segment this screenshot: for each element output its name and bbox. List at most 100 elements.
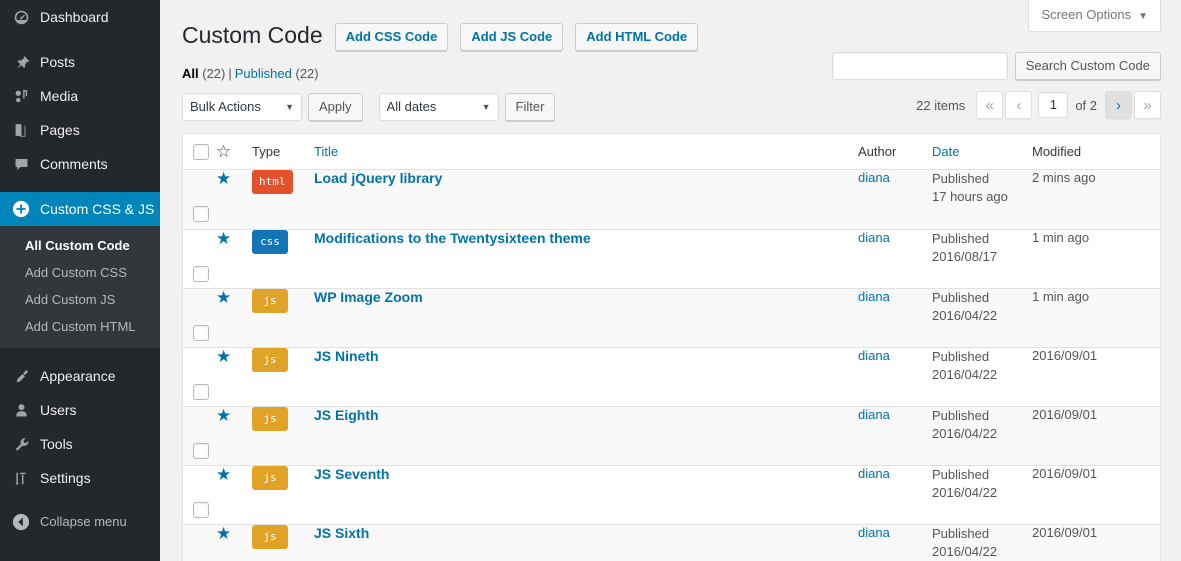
add-js-code-button[interactable]: Add JS Code	[460, 23, 563, 51]
filter-button[interactable]: Filter	[505, 93, 556, 121]
sidebar-item-dashboard[interactable]: Dashboard	[0, 0, 160, 34]
search-box: Search Custom Code	[832, 52, 1161, 80]
row-checkbox[interactable]	[193, 443, 209, 459]
submenu-item-0[interactable]: All Custom Code	[0, 232, 160, 259]
row-date-cell: Published17 hours ago	[932, 170, 1032, 229]
row-author-link[interactable]: diana	[858, 525, 890, 540]
first-page-button[interactable]: «	[976, 91, 1003, 119]
sidebar-item-label: Posts	[40, 45, 75, 79]
submenu-item-2[interactable]: Add Custom JS	[0, 286, 160, 313]
status-link-all[interactable]: All	[182, 66, 199, 81]
row-checkbox[interactable]	[193, 266, 209, 282]
chevron-down-icon: ▼	[1138, 11, 1148, 22]
apply-button[interactable]: Apply	[308, 93, 363, 121]
row-modified-cell: 1 min ago	[1032, 288, 1160, 347]
all-dates-select[interactable]: All dates ▼	[379, 93, 499, 121]
status-link-published-item: Published (22)	[235, 66, 319, 81]
sidebar-item-comments[interactable]: Comments	[0, 147, 160, 181]
sidebar-item-custom-css-js[interactable]: Custom CSS & JS	[0, 192, 160, 226]
row-date-value: 2016/04/22	[932, 425, 1032, 443]
row-title-link[interactable]: JS Nineth	[314, 348, 379, 364]
row-title-link[interactable]: JS Seventh	[314, 466, 389, 482]
main-content: Screen Options ▼ Custom Code Add CSS Code…	[160, 0, 1181, 561]
add-css-code-button[interactable]: Add CSS Code	[335, 23, 449, 51]
screen-options-label: Screen Options	[1041, 7, 1131, 22]
brush-icon	[11, 366, 31, 386]
row-star-cell: ★	[216, 229, 252, 288]
displaying-num: 22 items	[916, 98, 965, 113]
row-checkbox-cell	[183, 170, 216, 229]
row-title-link[interactable]: WP Image Zoom	[314, 289, 423, 305]
table-nav-top: Bulk Actions ▼ Apply All dates ▼ Filter …	[182, 90, 1161, 124]
status-link-published[interactable]: Published	[235, 66, 292, 81]
row-date-value: 2016/04/22	[932, 543, 1032, 561]
sidebar-item-users[interactable]: Users	[0, 393, 160, 427]
status-count-all: (22)	[202, 66, 225, 81]
row-title-cell: WP Image Zoom	[314, 288, 858, 347]
row-author-link[interactable]: diana	[858, 289, 890, 304]
row-type-cell: js	[252, 406, 314, 465]
row-author-link[interactable]: diana	[858, 170, 890, 185]
submenu-item-1[interactable]: Add Custom CSS	[0, 259, 160, 286]
star-filled-icon[interactable]: ★	[216, 288, 231, 307]
star-filled-icon[interactable]: ★	[216, 406, 231, 425]
sidebar-item-settings[interactable]: Settings	[0, 461, 160, 495]
table-head: ☆ Type Title Author Date Modified	[183, 134, 1160, 170]
star-outline-icon[interactable]: ☆	[216, 142, 231, 161]
th-date: Date	[932, 134, 1032, 170]
select-all-checkbox[interactable]	[193, 144, 209, 160]
collapse-menu-button[interactable]: Collapse menu	[0, 505, 160, 539]
row-title-link[interactable]: JS Eighth	[314, 407, 379, 423]
type-badge: js	[252, 525, 288, 549]
row-star-cell: ★	[216, 406, 252, 465]
sort-title-link[interactable]: Title	[314, 144, 338, 159]
sidebar-item-label: Settings	[40, 461, 91, 495]
star-filled-icon[interactable]: ★	[216, 347, 231, 366]
next-page-button[interactable]: ›	[1105, 91, 1132, 119]
row-title-link[interactable]: JS Sixth	[314, 525, 369, 541]
row-title-link[interactable]: Load jQuery library	[314, 170, 442, 186]
row-checkbox[interactable]	[193, 325, 209, 341]
row-author-link[interactable]: diana	[858, 407, 890, 422]
table-row: ★jsJS SeventhdianaPublished2016/04/22201…	[183, 465, 1160, 524]
row-author-link[interactable]: diana	[858, 348, 890, 363]
sidebar-item-pages[interactable]: Pages	[0, 113, 160, 147]
pagination: 22 items « ‹ 1 of 2 › »	[916, 90, 1161, 120]
last-page-button[interactable]: »	[1134, 91, 1161, 119]
prev-page-button[interactable]: ‹	[1005, 91, 1032, 119]
page-title: Custom Code	[182, 12, 323, 54]
row-date-status: Published	[932, 170, 1032, 188]
row-author-link[interactable]: diana	[858, 230, 890, 245]
row-checkbox[interactable]	[193, 502, 209, 518]
row-star-cell: ★	[216, 465, 252, 524]
row-modified-value: 2016/09/01	[1032, 466, 1097, 481]
row-date-status: Published	[932, 466, 1032, 484]
row-checkbox[interactable]	[193, 384, 209, 400]
current-page-input[interactable]: 1	[1038, 92, 1068, 118]
add-html-code-button[interactable]: Add HTML Code	[575, 23, 698, 51]
row-checkbox-cell	[183, 347, 216, 406]
sidebar-item-label: Custom CSS & JS	[40, 192, 154, 226]
row-date-cell: Published2016/04/22	[932, 465, 1032, 524]
star-filled-icon[interactable]: ★	[216, 524, 231, 543]
sort-date-link[interactable]: Date	[932, 144, 959, 159]
sidebar-item-label: Tools	[40, 427, 73, 461]
screen-options-button[interactable]: Screen Options ▼	[1028, 0, 1161, 32]
search-input[interactable]	[832, 52, 1008, 80]
star-filled-icon[interactable]: ★	[216, 169, 231, 188]
row-date-value: 2016/04/22	[932, 366, 1032, 384]
row-author-link[interactable]: diana	[858, 466, 890, 481]
row-title-link[interactable]: Modifications to the Twentysixteen theme	[314, 230, 591, 246]
bulk-actions-select[interactable]: Bulk Actions ▼	[182, 93, 302, 121]
sidebar-item-posts[interactable]: Posts	[0, 45, 160, 79]
row-title-cell: JS Seventh	[314, 465, 858, 524]
search-submit-button[interactable]: Search Custom Code	[1015, 52, 1161, 80]
submenu-item-3[interactable]: Add Custom HTML	[0, 313, 160, 340]
table-row: ★htmlLoad jQuery librarydianaPublished17…	[183, 170, 1160, 229]
star-filled-icon[interactable]: ★	[216, 465, 231, 484]
star-filled-icon[interactable]: ★	[216, 229, 231, 248]
sidebar-item-appearance[interactable]: Appearance	[0, 359, 160, 393]
sidebar-item-media[interactable]: Media	[0, 79, 160, 113]
sidebar-item-tools[interactable]: Tools	[0, 427, 160, 461]
row-checkbox[interactable]	[193, 206, 209, 222]
